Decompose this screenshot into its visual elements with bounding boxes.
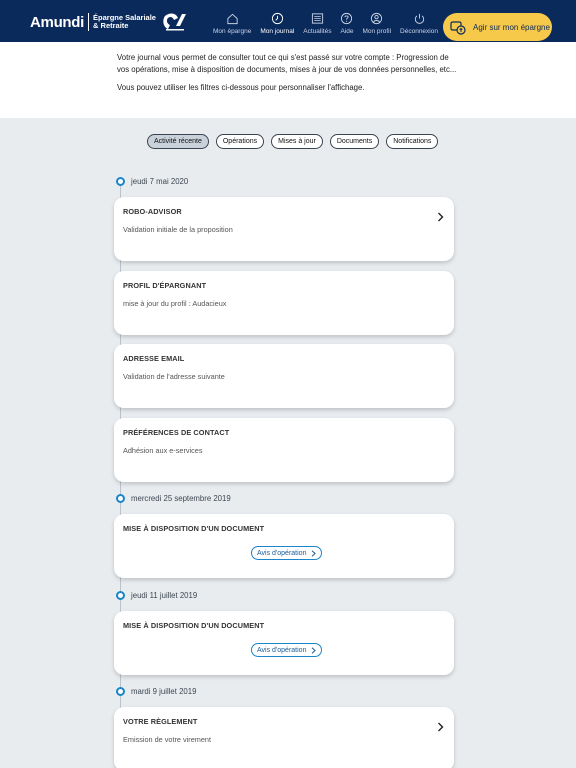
avis-operation-button[interactable]: Avis d'opération [251,546,323,560]
logo-divider [88,13,90,31]
avis-operation-button[interactable]: Avis d'opération [251,643,323,657]
card-title: ROBO-ADVISOR [123,207,182,216]
journal-card-profil[interactable]: PROFIL D'ÉPARGNANT mise à jour du profil… [114,271,454,335]
date-label: mercredi 25 septembre 2019 [131,494,231,503]
filter-operations[interactable]: Opérations [215,134,265,149]
logo-subtitle: Épargne Salariale & Retraite [93,14,156,30]
timeline-dot [116,177,125,186]
timeline-dot [116,494,125,503]
journal-card-preferences-contact[interactable]: PRÉFÉRENCES DE CONTACT Adhésion aux e-se… [114,418,454,482]
nav-label: Aide [340,28,354,35]
date-label: jeudi 11 juillet 2019 [131,591,198,600]
timeline-date: jeudi 11 juillet 2019 [116,591,197,600]
nav-label: Mon journal [260,28,295,35]
nav-mon-journal[interactable]: Mon journal [260,12,294,35]
agir-sur-mon-epargne-button[interactable]: Agir sur mon épargne [443,13,552,41]
nav-label: Déconnexion [400,28,438,35]
card-subtitle: Emission de votre virement [123,735,212,744]
intro-section: Votre journal vous permet de consulter t… [0,42,576,118]
help-icon [341,12,353,25]
chevron-right-icon [438,212,444,222]
card-title: MISE À DISPOSITION D'UN DOCUMENT [123,524,265,533]
card-subtitle: mise à jour du profil : Audacieux [123,299,227,308]
timeline-date: jeudi 7 mai 2020 [116,177,188,186]
button-label: Avis d'opération [257,646,307,654]
nav-actualites[interactable]: Actualités [303,12,331,35]
cta-label: Agir sur mon épargne [473,22,550,32]
top-header: Amundi Épargne Salariale & Retraite Mon … [0,0,576,42]
chevron-right-icon [438,722,444,732]
user-icon [371,12,383,25]
timeline-dot [116,687,125,696]
savings-icon [450,21,466,35]
card-title: MISE À DISPOSITION D'UN DOCUMENT [123,621,265,630]
date-label: jeudi 7 mai 2020 [131,177,189,186]
journal-card-document[interactable]: MISE À DISPOSITION D'UN DOCUMENT Avis d'… [114,514,454,578]
intro-paragraph-2: Vous pouvez utiliser les filtres ci-dess… [117,83,365,92]
logo-subtitle-line2: & Retraite [93,21,129,30]
card-title: PROFIL D'ÉPARGNANT [123,281,207,290]
filter-mises-a-jour[interactable]: Mises à jour [271,134,323,149]
date-label: mardi 9 juillet 2019 [131,687,197,696]
journal-card-adresse-email[interactable]: ADRESSE EMAIL Validation de l'adresse su… [114,344,454,408]
timeline-date: mardi 9 juillet 2019 [116,687,196,696]
timeline-date: mercredi 25 septembre 2019 [116,494,231,503]
clock-icon [271,12,283,25]
journal-card-reglement[interactable]: VOTRE RÈGLEMENT Emission de votre vireme… [114,707,454,768]
button-label: Avis d'opération [257,549,307,557]
card-title: PRÉFÉRENCES DE CONTACT [123,428,230,437]
card-subtitle: Validation initiale de la proposition [123,225,233,234]
amundi-logo[interactable]: Amundi Épargne Salariale & Retraite [30,13,156,31]
journal-card-robo-advisor[interactable]: ROBO-ADVISOR Validation initiale de la p… [114,197,454,261]
chevron-right-icon [312,646,317,654]
power-icon [414,13,424,24]
filter-notifications[interactable]: Notifications [386,134,439,149]
nav-deconnexion[interactable]: Déconnexion [400,12,438,35]
journal-card-document[interactable]: MISE À DISPOSITION D'UN DOCUMENT Avis d'… [114,611,454,675]
filter-bar: Activité récente Opérations Mises à jour… [147,134,445,149]
nav-aide[interactable]: Aide [340,12,353,35]
chevron-right-icon [312,549,317,557]
card-subtitle: Adhésion aux e-services [123,446,203,455]
timeline-dot [116,591,125,600]
intro-paragraph-1: Votre journal vous permet de consulter t… [117,53,457,74]
logo-brand: Amundi [30,13,85,31]
nav-mon-epargne[interactable]: Mon épargne [213,12,251,35]
nav-label: Mon épargne [213,28,252,35]
card-subtitle: Validation de l'adresse suivante [123,372,225,381]
nav-mon-profil[interactable]: Mon profil [362,12,391,35]
main-nav: Mon épargne Mon journal Actualités Aide … [213,12,447,35]
nav-label: Mon profil [362,28,392,35]
filter-documents[interactable]: Documents [329,134,380,149]
news-icon [311,13,323,24]
card-title: VOTRE RÈGLEMENT [123,717,198,726]
credit-agricole-logo [163,13,186,31]
card-title: ADRESSE EMAIL [123,354,185,363]
filter-activite-recente[interactable]: Activité récente [147,134,209,149]
home-icon [227,13,238,25]
nav-label: Actualités [303,28,332,35]
